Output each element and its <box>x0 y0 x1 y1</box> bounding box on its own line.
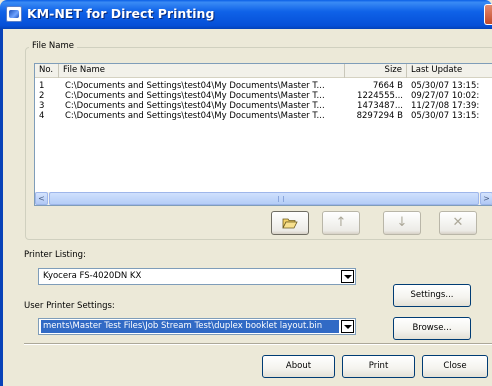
user-printer-settings-combo[interactable]: ments\Master Test Files\Job Stream Test\… <box>38 318 356 335</box>
file-list-horizontal-scrollbar[interactable]: < > <box>35 192 492 205</box>
close-button[interactable]: Close <box>422 355 488 378</box>
row-no: 1 <box>39 81 45 91</box>
print-button[interactable]: Print <box>342 355 415 378</box>
settings-button[interactable]: Settings... <box>393 284 471 307</box>
row-file-name: C:\Documents and Settings\test04\My Docu… <box>65 81 325 91</box>
table-row[interactable]: 2 C:\Documents and Settings\test04\My Do… <box>35 91 492 101</box>
about-button[interactable]: About <box>262 355 335 378</box>
file-list-header: No. File Name Size Last Update <box>35 64 492 78</box>
footer-separator <box>24 343 492 345</box>
row-size: 1473487... <box>357 101 403 111</box>
file-name-group-label: File Name <box>29 41 78 51</box>
chevron-down-icon[interactable] <box>341 270 354 283</box>
row-size: 1224555... <box>357 91 403 101</box>
row-no: 2 <box>39 91 45 101</box>
chevron-down-icon[interactable] <box>341 320 354 333</box>
open-file-button[interactable] <box>271 211 309 235</box>
window-title: KM-NET for Direct Printing <box>27 6 215 21</box>
table-row[interactable]: 3 C:\Documents and Settings\test04\My Do… <box>35 101 492 111</box>
row-file-name: C:\Documents and Settings\test04\My Docu… <box>65 101 325 111</box>
km-net-printer-icon <box>6 6 22 22</box>
window-close-button[interactable] <box>484 4 492 25</box>
folder-open-icon <box>282 218 298 229</box>
table-row[interactable]: 4 C:\Documents and Settings\test04\My Do… <box>35 111 492 121</box>
row-size: 8297294 B <box>356 111 403 121</box>
row-last-update: 05/30/07 13:15: <box>411 81 480 91</box>
column-header-last-update[interactable]: Last Update <box>407 64 492 78</box>
arrow-up-icon: ↑ <box>335 215 347 230</box>
user-printer-settings-label: User Printer Settings: <box>24 301 115 311</box>
row-last-update: 09/27/07 10:02: <box>411 91 480 101</box>
x-icon: ✕ <box>452 215 464 230</box>
column-header-no[interactable]: No. <box>35 64 59 78</box>
table-row[interactable]: 1 C:\Documents and Settings\test04\My Do… <box>35 81 492 91</box>
printer-listing-combo[interactable]: Kyocera FS-4020DN KX <box>38 268 356 285</box>
move-up-button[interactable]: ↑ <box>322 211 360 235</box>
column-header-file-name[interactable]: File Name <box>59 64 345 78</box>
row-no: 3 <box>39 101 45 111</box>
scroll-thumb[interactable] <box>49 192 479 205</box>
printer-listing-value: Kyocera FS-4020DN KX <box>43 271 142 281</box>
row-last-update: 05/30/07 13:15: <box>411 111 480 121</box>
file-list[interactable]: No. File Name Size Last Update 1 C:\Docu… <box>34 63 492 206</box>
scroll-right-button[interactable]: > <box>480 192 492 205</box>
row-last-update: 11/27/08 17:39: <box>411 101 480 111</box>
scroll-grip-icon <box>278 196 284 202</box>
column-header-size[interactable]: Size <box>345 64 407 78</box>
arrow-down-icon: ↓ <box>396 215 408 230</box>
row-file-name: C:\Documents and Settings\test04\My Docu… <box>65 91 325 101</box>
browse-button[interactable]: Browse... <box>393 317 471 340</box>
printer-listing-label: Printer Listing: <box>24 250 86 260</box>
user-printer-settings-value: ments\Master Test Files\Job Stream Test\… <box>41 320 339 333</box>
move-down-button[interactable]: ↓ <box>383 211 421 235</box>
row-file-name: C:\Documents and Settings\test04\My Docu… <box>65 111 325 121</box>
remove-file-button[interactable]: ✕ <box>439 211 477 235</box>
row-no: 4 <box>39 111 45 121</box>
title-bar[interactable]: KM-NET for Direct Printing <box>0 0 492 29</box>
scroll-left-button[interactable]: < <box>35 192 48 205</box>
row-size: 7664 B <box>372 81 403 91</box>
